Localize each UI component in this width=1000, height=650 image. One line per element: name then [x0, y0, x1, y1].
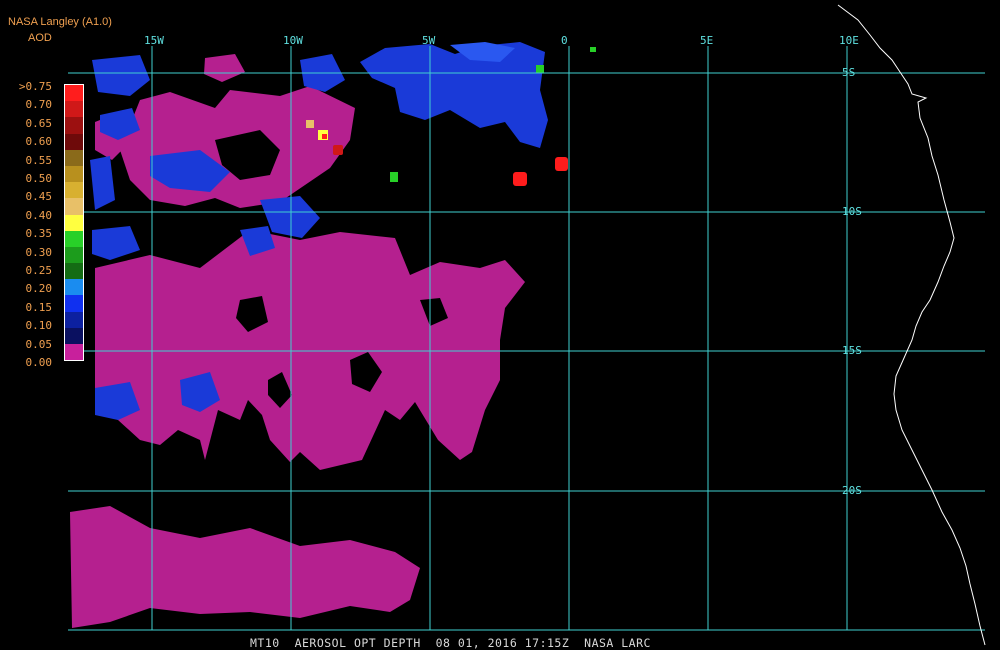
- latitude-label: 5S: [842, 66, 856, 79]
- footer-date: 08 01, 2016: [435, 636, 518, 650]
- longitude-label: 0: [561, 34, 568, 47]
- header-subtitle: AOD: [28, 32, 52, 44]
- legend-swatch: [65, 149, 83, 166]
- legend-swatch: [65, 101, 83, 118]
- legend-label: 0.10: [25, 319, 53, 333]
- legend-label: 0.60: [25, 135, 53, 149]
- legend-swatch: [65, 214, 83, 231]
- legend-swatch: [65, 327, 83, 344]
- latitude-label: 10S: [842, 205, 862, 218]
- legend-swatch: [65, 85, 83, 102]
- legend-swatch: [65, 295, 83, 312]
- aod-map: [0, 0, 1000, 650]
- legend-swatch: [65, 263, 83, 280]
- legend-swatch: [65, 165, 83, 183]
- legend-label: 0.70: [25, 98, 53, 112]
- legend-label: 0.00: [25, 356, 53, 369]
- header-title: NASA Langley (A1.0): [8, 16, 112, 28]
- legend-label: 0.05: [25, 337, 53, 351]
- longitude-label: 5W: [422, 34, 436, 47]
- legend-label: 0.20: [25, 282, 53, 296]
- legend-swatch: [65, 279, 83, 296]
- longitude-label: 5E: [700, 34, 714, 47]
- longitude-label: 10E: [839, 34, 859, 47]
- footer-variable: AEROSOL OPT DEPTH: [294, 636, 421, 650]
- legend-label: 0.55: [25, 153, 53, 167]
- latitude-label: 20S: [842, 484, 862, 497]
- legend-label: 0.45: [25, 190, 53, 204]
- legend-swatch: [65, 311, 83, 328]
- legend-label: 0.25: [25, 264, 53, 277]
- legend-label: 0.50: [25, 172, 53, 185]
- footer-caption: MT10 AEROSOL OPT DEPTH 08 01, 2016 17:15…: [250, 636, 651, 650]
- legend-swatch: [65, 182, 83, 199]
- legend-swatch: [65, 198, 83, 215]
- latitude-label: 15S: [842, 344, 862, 357]
- legend-label: 0.30: [25, 245, 53, 259]
- longitude-label: 10W: [283, 34, 303, 47]
- legend-label: 0.65: [25, 116, 53, 130]
- longitude-label: 15W: [144, 34, 164, 47]
- footer-time: 17:15Z: [524, 636, 570, 650]
- legend-label: 0.40: [25, 208, 53, 222]
- legend-swatch: [65, 344, 83, 361]
- footer-source: NASA LARC: [584, 636, 651, 650]
- legend-colorbar: [64, 84, 84, 362]
- legend-swatch: [65, 230, 83, 247]
- legend-label: 0.15: [25, 300, 53, 314]
- legend-swatch: [65, 133, 83, 150]
- legend-label: 0.35: [25, 227, 53, 241]
- legend-swatch: [65, 246, 83, 264]
- footer-product: MT10: [250, 636, 280, 650]
- legend-label: >0.75: [18, 80, 52, 93]
- legend-swatch: [65, 117, 83, 134]
